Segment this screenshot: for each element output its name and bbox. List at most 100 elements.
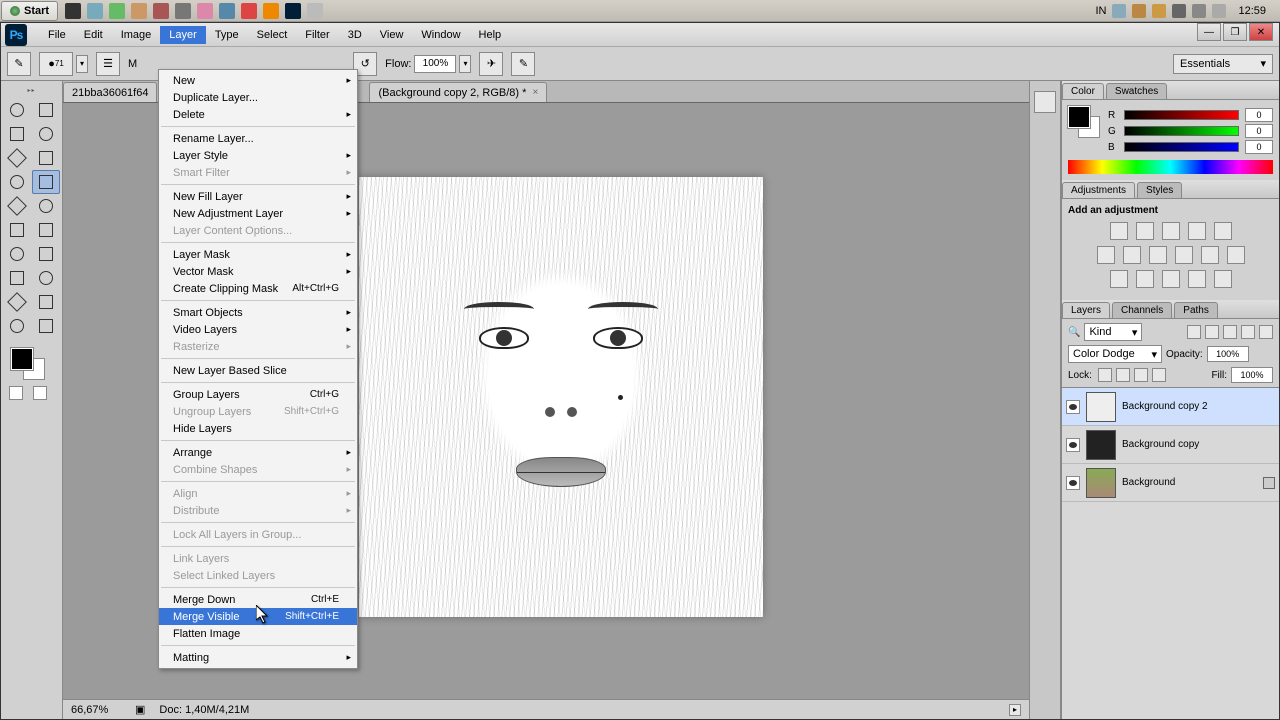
- workspace-selector[interactable]: Essentials▾: [1173, 54, 1273, 74]
- menu-item-vector-mask[interactable]: Vector Mask: [159, 263, 357, 280]
- lasso-tool[interactable]: [3, 122, 31, 146]
- tablet-pressure-icon[interactable]: ✎: [511, 52, 535, 76]
- menu-item-merge-down[interactable]: Merge DownCtrl+E: [159, 591, 357, 608]
- flow-input[interactable]: 100%: [414, 55, 456, 73]
- adj-bw-icon[interactable]: [1149, 246, 1167, 264]
- menu-item-new[interactable]: New: [159, 72, 357, 89]
- adj-posterize-icon[interactable]: [1136, 270, 1154, 288]
- airbrush-icon[interactable]: ✈: [479, 52, 503, 76]
- filter-adj-icon[interactable]: [1205, 325, 1219, 339]
- zoom-level[interactable]: 66,67%: [71, 704, 121, 716]
- hand-tool[interactable]: [3, 314, 31, 338]
- filter-pixel-icon[interactable]: [1187, 325, 1201, 339]
- scroll-right-icon[interactable]: ▸: [1009, 704, 1021, 716]
- tray-icon[interactable]: [1212, 4, 1226, 18]
- foreground-swatch[interactable]: [1068, 106, 1090, 128]
- taskbar-app-icon[interactable]: [65, 3, 81, 19]
- menu-image[interactable]: Image: [112, 26, 161, 44]
- brush-thumb-icon[interactable]: ●71: [39, 52, 73, 76]
- zoom-tool[interactable]: [32, 314, 60, 338]
- start-button[interactable]: Start: [1, 1, 58, 21]
- menu-select[interactable]: Select: [248, 26, 297, 44]
- lock-all-icon[interactable]: [1152, 368, 1166, 382]
- menu-item-video-layers[interactable]: Video Layers: [159, 321, 357, 338]
- blend-mode-select[interactable]: Color Dodge▾: [1068, 345, 1162, 363]
- screenmode-icon[interactable]: [33, 386, 47, 400]
- layer-thumbnail[interactable]: [1086, 392, 1116, 422]
- eraser-tool[interactable]: [3, 218, 31, 242]
- shape-tool[interactable]: [32, 290, 60, 314]
- move-tool[interactable]: [3, 98, 31, 122]
- brush-tool[interactable]: [32, 170, 60, 194]
- menu-item-flatten-image[interactable]: Flatten Image: [159, 625, 357, 642]
- adj-levels-icon[interactable]: [1136, 222, 1154, 240]
- tray-icon[interactable]: [1172, 4, 1186, 18]
- adj-threshold-icon[interactable]: [1162, 270, 1180, 288]
- filter-smart-icon[interactable]: [1259, 325, 1273, 339]
- opacity-input[interactable]: 100%: [1207, 346, 1249, 362]
- taskbar-app-icon[interactable]: [175, 3, 191, 19]
- menu-filter[interactable]: Filter: [296, 26, 338, 44]
- brush-panel-icon[interactable]: ☰: [96, 52, 120, 76]
- adj-channelmixer-icon[interactable]: [1201, 246, 1219, 264]
- taskbar-app-icon[interactable]: [131, 3, 147, 19]
- taskbar-app-icon[interactable]: [197, 3, 213, 19]
- adj-vibrance-icon[interactable]: [1214, 222, 1232, 240]
- color-spectrum[interactable]: [1068, 160, 1273, 174]
- adj-invert-icon[interactable]: [1110, 270, 1128, 288]
- doc-size-icon[interactable]: ▣: [135, 703, 145, 716]
- menu-item-delete[interactable]: Delete: [159, 106, 357, 123]
- menu-item-duplicate-layer[interactable]: Duplicate Layer...: [159, 89, 357, 106]
- tray-icon[interactable]: [1192, 4, 1206, 18]
- history-panel-icon[interactable]: [1034, 91, 1056, 113]
- menu-item-layer-style[interactable]: Layer Style: [159, 147, 357, 164]
- crop-tool[interactable]: [3, 146, 31, 170]
- tray-icon[interactable]: [1112, 4, 1126, 18]
- taskbar-app-icon[interactable]: [153, 3, 169, 19]
- menu-item-group-layers[interactable]: Group LayersCtrl+G: [159, 386, 357, 403]
- adj-colorbalance-icon[interactable]: [1123, 246, 1141, 264]
- blur-tool[interactable]: [3, 242, 31, 266]
- menu-item-new-adjustment-layer[interactable]: New Adjustment Layer: [159, 205, 357, 222]
- filter-shape-icon[interactable]: [1241, 325, 1255, 339]
- quickmask-icon[interactable]: [9, 386, 23, 400]
- gradient-tool[interactable]: [32, 218, 60, 242]
- menu-item-rename-layer[interactable]: Rename Layer...: [159, 130, 357, 147]
- green-input[interactable]: 0: [1245, 124, 1273, 138]
- maximize-button[interactable]: ❐: [1223, 23, 1247, 41]
- taskbar-app-icon[interactable]: [109, 3, 125, 19]
- lock-position-icon[interactable]: [1134, 368, 1148, 382]
- lock-pixels-icon[interactable]: [1116, 368, 1130, 382]
- menu-file[interactable]: File: [39, 26, 75, 44]
- menu-help[interactable]: Help: [470, 26, 511, 44]
- color-swatches[interactable]: [11, 348, 47, 380]
- minimize-button[interactable]: —: [1197, 23, 1221, 41]
- menu-layer[interactable]: Layer: [160, 26, 206, 44]
- adj-selectivecolor-icon[interactable]: [1214, 270, 1232, 288]
- blue-slider[interactable]: [1124, 142, 1239, 152]
- menu-edit[interactable]: Edit: [75, 26, 112, 44]
- menu-item-create-clipping-mask[interactable]: Create Clipping MaskAlt+Ctrl+G: [159, 280, 357, 297]
- red-input[interactable]: 0: [1245, 108, 1273, 122]
- close-button[interactable]: ✕: [1249, 23, 1273, 41]
- tab-color[interactable]: Color: [1062, 83, 1104, 99]
- visibility-eye-icon[interactable]: [1066, 476, 1080, 490]
- menu-item-arrange[interactable]: Arrange: [159, 444, 357, 461]
- layer-row[interactable]: Background copy 2: [1062, 388, 1279, 426]
- brush-dropdown-icon[interactable]: ▾: [76, 55, 88, 73]
- history-tool[interactable]: [32, 194, 60, 218]
- menu-item-matting[interactable]: Matting: [159, 649, 357, 666]
- taskbar-app-icon[interactable]: [263, 3, 279, 19]
- menu-type[interactable]: Type: [206, 26, 248, 44]
- green-slider[interactable]: [1124, 126, 1239, 136]
- menu-view[interactable]: View: [371, 26, 413, 44]
- taskbar-app-icon[interactable]: [241, 3, 257, 19]
- layer-row[interactable]: Background copy: [1062, 426, 1279, 464]
- input-lang[interactable]: IN: [1095, 5, 1106, 17]
- tool-preset-icon[interactable]: ✎: [7, 52, 31, 76]
- document-tab-active[interactable]: (Background copy 2, RGB/8) * ×: [369, 82, 547, 102]
- adj-exposure-icon[interactable]: [1188, 222, 1206, 240]
- adj-brightness-icon[interactable]: [1110, 222, 1128, 240]
- filter-kind-select[interactable]: Kind▾: [1084, 323, 1142, 341]
- marquee-tool[interactable]: [32, 98, 60, 122]
